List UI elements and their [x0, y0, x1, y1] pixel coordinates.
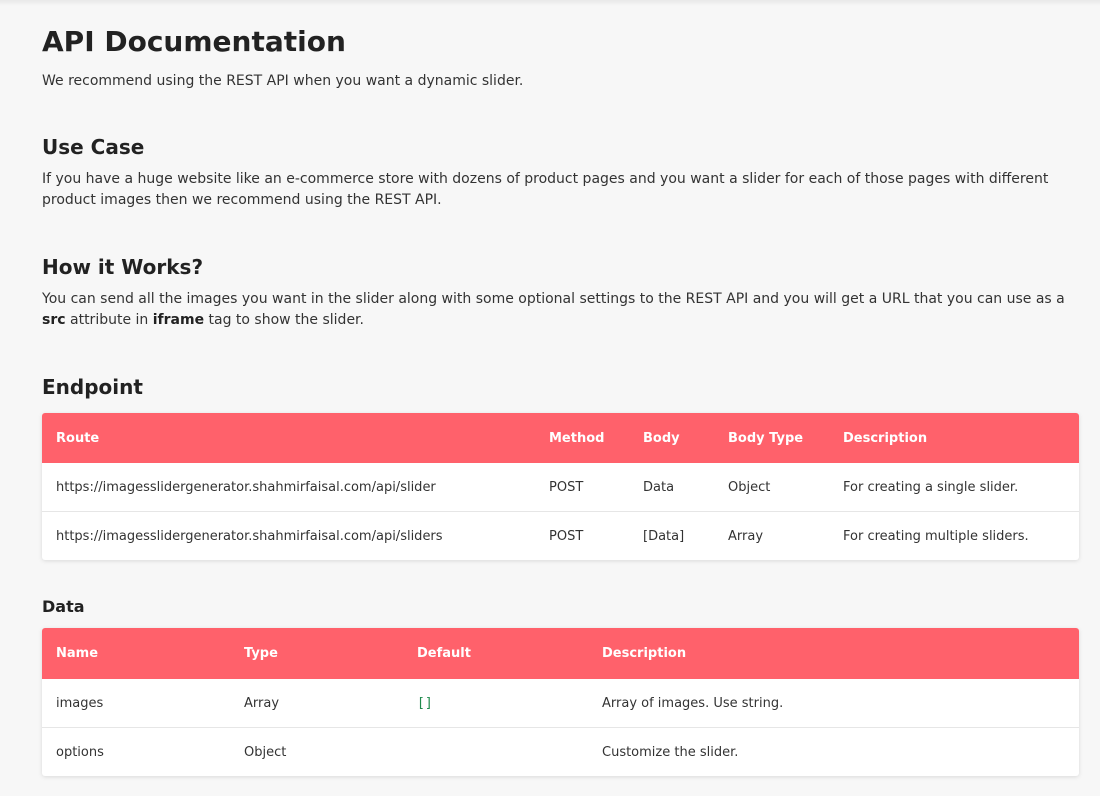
how-it-works-text: You can send all the images you want in … — [42, 289, 1079, 331]
data-heading: Data — [42, 597, 85, 616]
endpoint-heading: Endpoint — [42, 375, 143, 399]
name-cell: options — [56, 744, 104, 760]
description-cell: Customize the slider. — [602, 744, 739, 760]
table-row: options Object Customize the slider. — [42, 727, 1079, 776]
default-cell: [] — [417, 695, 433, 711]
header-method: Method — [549, 430, 605, 446]
data-section: Data Name Type Default Description image… — [42, 596, 1079, 776]
iframe-keyword: iframe — [152, 312, 205, 328]
header-default: Default — [417, 646, 471, 661]
table-row: https://imagesslidergenerator.shahmirfai… — [42, 511, 1079, 560]
body-type-cell: Object — [728, 479, 771, 495]
header-body: Body — [643, 430, 680, 446]
intro-text: We recommend using the REST API when you… — [42, 73, 524, 89]
top-shadow — [0, 0, 1100, 6]
data-table: Name Type Default Description images Arr… — [42, 628, 1079, 776]
name-cell: images — [56, 695, 104, 711]
table-row: https://imagesslidergenerator.shahmirfai… — [42, 463, 1079, 511]
method-cell: POST — [549, 479, 584, 495]
endpoint-table-body: https://imagesslidergenerator.shahmirfai… — [42, 463, 1079, 560]
header-name: Name — [56, 646, 99, 661]
route-cell: https://imagesslidergenerator.shahmirfai… — [56, 528, 443, 544]
data-table-body: images Array [] Array of images. Use str… — [42, 679, 1079, 776]
use-case-section: Use Case If you have a huge website like… — [42, 133, 1079, 211]
type-cell: Object — [244, 744, 287, 760]
api-documentation-page: API Documentation We recommend using the… — [0, 0, 1100, 796]
header-body-type: Body Type — [728, 430, 804, 446]
use-case-heading: Use Case — [42, 135, 145, 159]
how-it-works-section: How it Works? You can send all the image… — [42, 253, 1079, 331]
description-cell: For creating a single slider. — [843, 479, 1019, 495]
header-description: Description — [843, 430, 928, 446]
endpoint-table-header: Route Method Body Body Type Description — [42, 413, 1079, 463]
endpoint-table: Route Method Body Body Type Description … — [42, 413, 1079, 560]
header-route: Route — [56, 430, 100, 446]
route-cell: https://imagesslidergenerator.shahmirfai… — [56, 479, 436, 495]
description-cell: Array of images. Use string. — [602, 695, 784, 711]
how-it-works-heading: How it Works? — [42, 255, 204, 279]
body-cell: Data — [643, 479, 675, 495]
table-row: images Array [] Array of images. Use str… — [42, 679, 1079, 727]
data-table-header: Name Type Default Description — [42, 628, 1079, 679]
body-type-cell: Array — [728, 528, 764, 544]
page-title: API Documentation — [42, 25, 346, 58]
type-cell: Array — [244, 695, 280, 711]
description-cell: For creating multiple sliders. — [843, 528, 1029, 544]
src-keyword: src — [42, 312, 66, 328]
use-case-text: If you have a huge website like an e-com… — [42, 171, 1049, 208]
how-text-after: tag to show the slider. — [208, 312, 364, 328]
endpoint-section: Endpoint Route Method Body Body Type Des… — [42, 373, 1079, 560]
how-text-before: You can send all the images you want in … — [42, 291, 1065, 307]
how-text-middle: attribute in — [70, 312, 149, 328]
body-cell: [Data] — [643, 528, 685, 544]
method-cell: POST — [549, 528, 584, 544]
header-type: Type — [244, 646, 278, 661]
header-description: Description — [602, 646, 687, 661]
